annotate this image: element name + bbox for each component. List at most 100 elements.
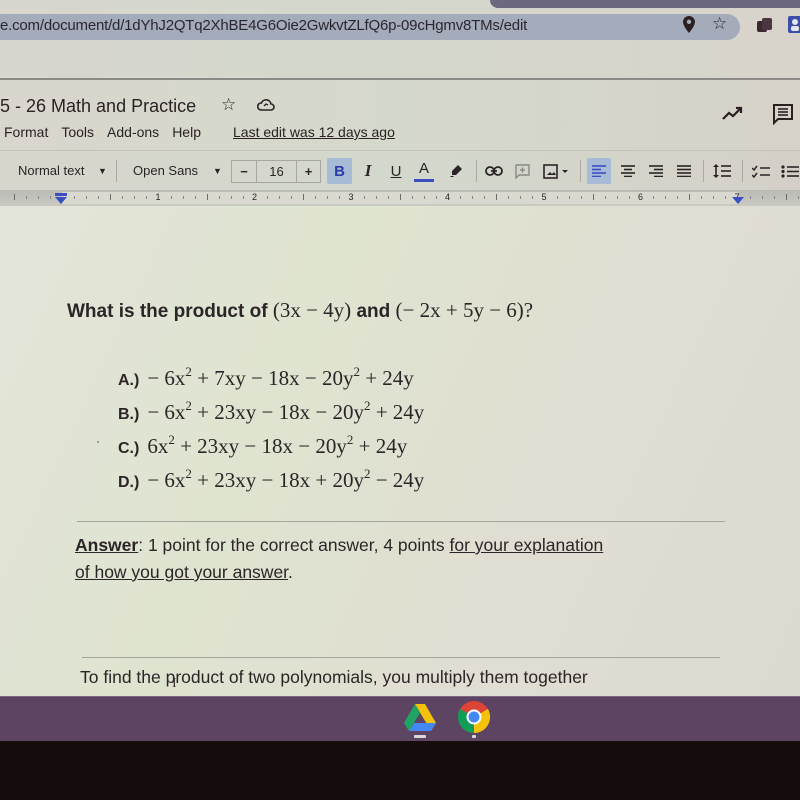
italic-button[interactable]: I	[358, 158, 378, 184]
profile-icon[interactable]	[788, 16, 800, 34]
ruler-minor-tick	[568, 196, 570, 199]
ruler-minor-tick	[797, 196, 799, 199]
align-center-icon[interactable]	[617, 158, 639, 184]
ruler-minor-tick	[315, 196, 317, 199]
google-drive-icon[interactable]	[403, 700, 437, 734]
star-icon[interactable]: ☆	[221, 95, 236, 115]
option-letter: C.)	[118, 440, 140, 457]
ruler-minor-tick	[74, 196, 76, 199]
term: − 6x	[147, 366, 186, 390]
ruler-minor-tick	[653, 196, 655, 199]
term: + 24y	[359, 366, 414, 390]
url-text[interactable]: e.com/document/d/1dYhJ2QTq2XhBE4G6Oie2Gw…	[0, 17, 527, 34]
underline-button[interactable]: U	[387, 158, 405, 184]
option-b: B.) − 6x2 + 23xy − 18x − 20y2 + 24y	[118, 398, 424, 425]
first-line-indent-handle[interactable]	[55, 193, 67, 196]
comments-icon[interactable]	[772, 103, 794, 126]
question-prefix: What is the product of	[67, 301, 268, 322]
increase-font-size-button[interactable]: +	[297, 161, 320, 182]
answer-text: : 1 point for the correct answer, 4 poin…	[138, 535, 450, 555]
option-expression: − 6x2 + 23xy − 18x − 20y2 + 24y	[147, 398, 425, 424]
ruler-minor-tick	[520, 196, 522, 199]
term: − 6x	[147, 468, 186, 492]
document-title[interactable]: 5 - 26 Math and Practice	[0, 96, 196, 117]
insert-image-icon[interactable]	[542, 158, 570, 184]
ruler-minor-tick	[146, 196, 148, 199]
bold-button[interactable]: B	[327, 158, 352, 184]
paragraph-style-select[interactable]: Normal text	[18, 163, 84, 178]
highlight-pen-icon[interactable]	[447, 158, 465, 184]
student-response-text[interactable]: To find the product of two polynomials, …	[80, 667, 588, 688]
ruler-minor-tick	[134, 196, 136, 199]
divider	[703, 160, 704, 182]
term: + 24y	[370, 400, 425, 424]
ruler-half-tick	[689, 194, 691, 200]
ruler-label: 3	[348, 192, 354, 202]
line-spacing-icon[interactable]	[711, 158, 733, 184]
ruler-minor-tick	[556, 196, 558, 199]
insert-link-icon[interactable]	[484, 158, 504, 184]
font-size-stepper: − 16 +	[231, 160, 321, 183]
option-letter: D.)	[118, 474, 140, 491]
screen-bezel	[0, 741, 800, 800]
ruler-minor-tick	[604, 196, 606, 199]
decrease-font-size-button[interactable]: −	[232, 161, 257, 182]
google-chrome-icon[interactable]	[457, 700, 491, 734]
right-indent-handle[interactable]	[732, 197, 744, 204]
ruler-half-tick	[785, 194, 787, 200]
term: + 23xy − 18x − 20y	[191, 400, 364, 424]
menu-help[interactable]: Help	[172, 124, 201, 140]
bookmark-star-icon[interactable]: ☆	[712, 14, 727, 34]
term: + 24y	[353, 434, 408, 458]
chevron-down-icon[interactable]: ▼	[213, 166, 222, 176]
horizontal-rule	[82, 657, 720, 658]
ruler-minor-tick	[339, 196, 341, 199]
divider	[116, 160, 117, 182]
stray-mark	[97, 441, 99, 443]
menu-tools[interactable]: Tools	[61, 124, 94, 140]
ruler-minor-tick	[267, 196, 269, 199]
menu-format[interactable]: Format	[4, 124, 48, 140]
ruler-minor-tick	[484, 196, 486, 199]
menu-add-ons[interactable]: Add-ons	[107, 124, 159, 140]
align-left-icon[interactable]	[587, 158, 611, 184]
checklist-icon[interactable]	[750, 158, 772, 184]
ruler-minor-tick	[86, 196, 88, 199]
font-size-input[interactable]: 16	[257, 161, 297, 182]
ruler-label: 2	[252, 192, 258, 202]
option-expression: 6x2 + 23xy − 18x − 20y2 + 24y	[147, 432, 408, 458]
term: − 24y	[370, 468, 425, 492]
option-letter: B.)	[118, 406, 140, 423]
question-factor-1: (3x − 4y)	[272, 298, 352, 322]
ruler-minor-tick	[628, 196, 630, 199]
location-pin-icon[interactable]	[683, 16, 695, 38]
bulleted-list-icon[interactable]	[779, 158, 800, 184]
ruler-minor-tick	[508, 196, 510, 199]
os-shelf	[0, 696, 800, 741]
last-edit-link[interactable]: Last edit was 12 days ago	[233, 124, 395, 140]
activity-trend-icon[interactable]	[722, 106, 744, 120]
ruler-minor-tick	[677, 196, 679, 199]
text-color-button[interactable]: A	[414, 158, 434, 182]
extension-icon[interactable]	[756, 16, 774, 34]
ruler-minor-tick	[387, 196, 389, 199]
insert-comment-icon[interactable]	[513, 158, 531, 184]
option-letter: A.)	[118, 372, 140, 389]
ruler-minor-tick	[435, 196, 437, 199]
ruler-minor-tick	[194, 196, 196, 199]
tab-strip	[490, 0, 800, 8]
ruler-minor-tick	[25, 196, 27, 199]
ruler-minor-tick	[460, 196, 462, 199]
ruler-label: 4	[445, 192, 451, 202]
chevron-down-icon[interactable]: ▼	[98, 166, 107, 176]
left-indent-handle[interactable]	[55, 197, 67, 204]
ruler-minor-tick	[279, 196, 281, 199]
align-justify-icon[interactable]	[673, 158, 695, 184]
question-and: and	[356, 301, 391, 322]
align-right-icon[interactable]	[645, 158, 667, 184]
ruler-minor-tick	[472, 196, 474, 199]
cloud-saved-icon[interactable]	[256, 98, 275, 112]
answer-period: .	[288, 562, 293, 582]
font-family-select[interactable]: Open Sans	[133, 163, 198, 178]
ruler-label: 1	[155, 192, 161, 202]
